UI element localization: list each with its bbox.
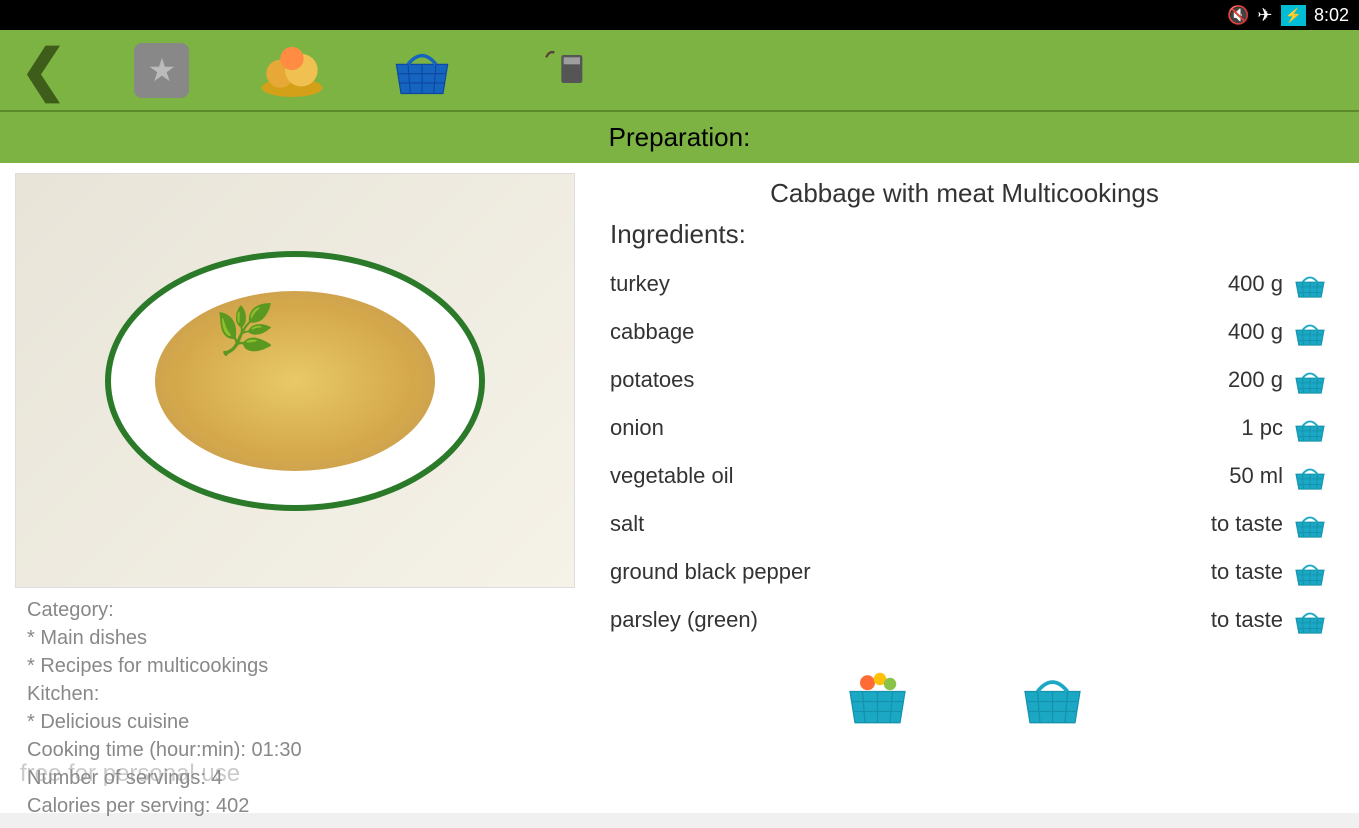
airplane-icon: ✈ [1257, 5, 1272, 26]
grocery-basket-icon [840, 664, 915, 727]
food-pile-icon [257, 41, 327, 99]
ingredient-row: parsley (green) to taste [610, 596, 1329, 644]
battery-icon: ⚡ [1281, 5, 1306, 26]
ingredients-header: Ingredients: [600, 219, 1329, 260]
recipe-meta: Category: * Main dishes * Recipes for mu… [15, 588, 575, 828]
ingredient-amount: 200 g [1228, 367, 1283, 393]
ingredient-name: salt [610, 511, 644, 537]
add-ingredient-button[interactable] [1291, 413, 1329, 443]
recipes-button[interactable] [257, 40, 327, 100]
kitchen-label: Kitchen: [27, 680, 563, 708]
add-ingredient-button[interactable] [1291, 269, 1329, 299]
ingredient-row: onion 1 pc [610, 404, 1329, 452]
plate [105, 251, 485, 511]
mute-icon: 🔇 [1227, 5, 1249, 26]
ingredient-amount: 1 pc [1241, 415, 1283, 441]
add-all-groceries-button[interactable] [840, 664, 915, 719]
ingredient-name: parsley (green) [610, 607, 758, 633]
add-ingredient-button[interactable] [1291, 509, 1329, 539]
nutrition-button[interactable] [517, 40, 587, 100]
category-item: * Recipes for multicookings [27, 652, 563, 680]
ingredient-name: onion [610, 415, 664, 441]
category-label: Category: [27, 596, 563, 624]
calories: Calories per serving: 402 [27, 792, 563, 820]
add-ingredient-button[interactable] [1291, 557, 1329, 587]
basket-icon [1015, 664, 1090, 727]
left-column: Category: * Main dishes * Recipes for mu… [10, 173, 580, 803]
food [155, 291, 435, 471]
ingredient-row: ground black pepper to taste [610, 548, 1329, 596]
basket-button[interactable] [387, 40, 457, 100]
ingredient-amount: 400 g [1228, 271, 1283, 297]
add-ingredient-button[interactable] [1291, 461, 1329, 491]
ingredient-amount: to taste [1211, 511, 1283, 537]
status-bar: 🔇 ✈ ⚡ 8:02 [0, 0, 1359, 30]
ingredient-row: vegetable oil 50 ml [610, 452, 1329, 500]
ingredient-name: vegetable oil [610, 463, 734, 489]
basket-icon [387, 41, 457, 99]
star-icon [134, 43, 189, 98]
recipe-title: Cabbage with meat Multicookings [600, 173, 1329, 219]
apple-calculator-icon [517, 41, 587, 99]
right-column: Cabbage with meat Multicookings Ingredie… [580, 173, 1349, 803]
ingredient-row: salt to taste [610, 500, 1329, 548]
ingredient-amount: to taste [1211, 607, 1283, 633]
add-ingredient-button[interactable] [1291, 317, 1329, 347]
back-button[interactable]: ❮ [20, 37, 67, 103]
action-buttons [600, 664, 1329, 719]
ingredient-name: potatoes [610, 367, 694, 393]
watermark: free for personal use [20, 760, 240, 788]
ingredient-name: cabbage [610, 319, 694, 345]
section-header: Preparation: [0, 110, 1359, 163]
clock-time: 8:02 [1314, 5, 1349, 26]
ingredient-row: potatoes 200 g [610, 356, 1329, 404]
content-area: Category: * Main dishes * Recipes for mu… [0, 163, 1359, 813]
add-ingredient-button[interactable] [1291, 605, 1329, 635]
shopping-basket-button[interactable] [1015, 664, 1090, 719]
ingredient-row: cabbage 400 g [610, 308, 1329, 356]
ingredients-list: turkey 400 g cabbage 400 g potatoes 200 … [600, 260, 1329, 644]
ingredient-name: ground black pepper [610, 559, 811, 585]
kitchen-item: * Delicious cuisine [27, 708, 563, 736]
ingredient-amount: 400 g [1228, 319, 1283, 345]
ingredient-amount: 50 ml [1229, 463, 1283, 489]
ingredient-row: turkey 400 g [610, 260, 1329, 308]
favorite-button[interactable] [127, 40, 197, 100]
dish-image [15, 173, 575, 588]
ingredient-amount: to taste [1211, 559, 1283, 585]
add-ingredient-button[interactable] [1291, 365, 1329, 395]
toolbar: ❮ [0, 30, 1359, 110]
category-item: * Main dishes [27, 624, 563, 652]
ingredient-name: turkey [610, 271, 670, 297]
